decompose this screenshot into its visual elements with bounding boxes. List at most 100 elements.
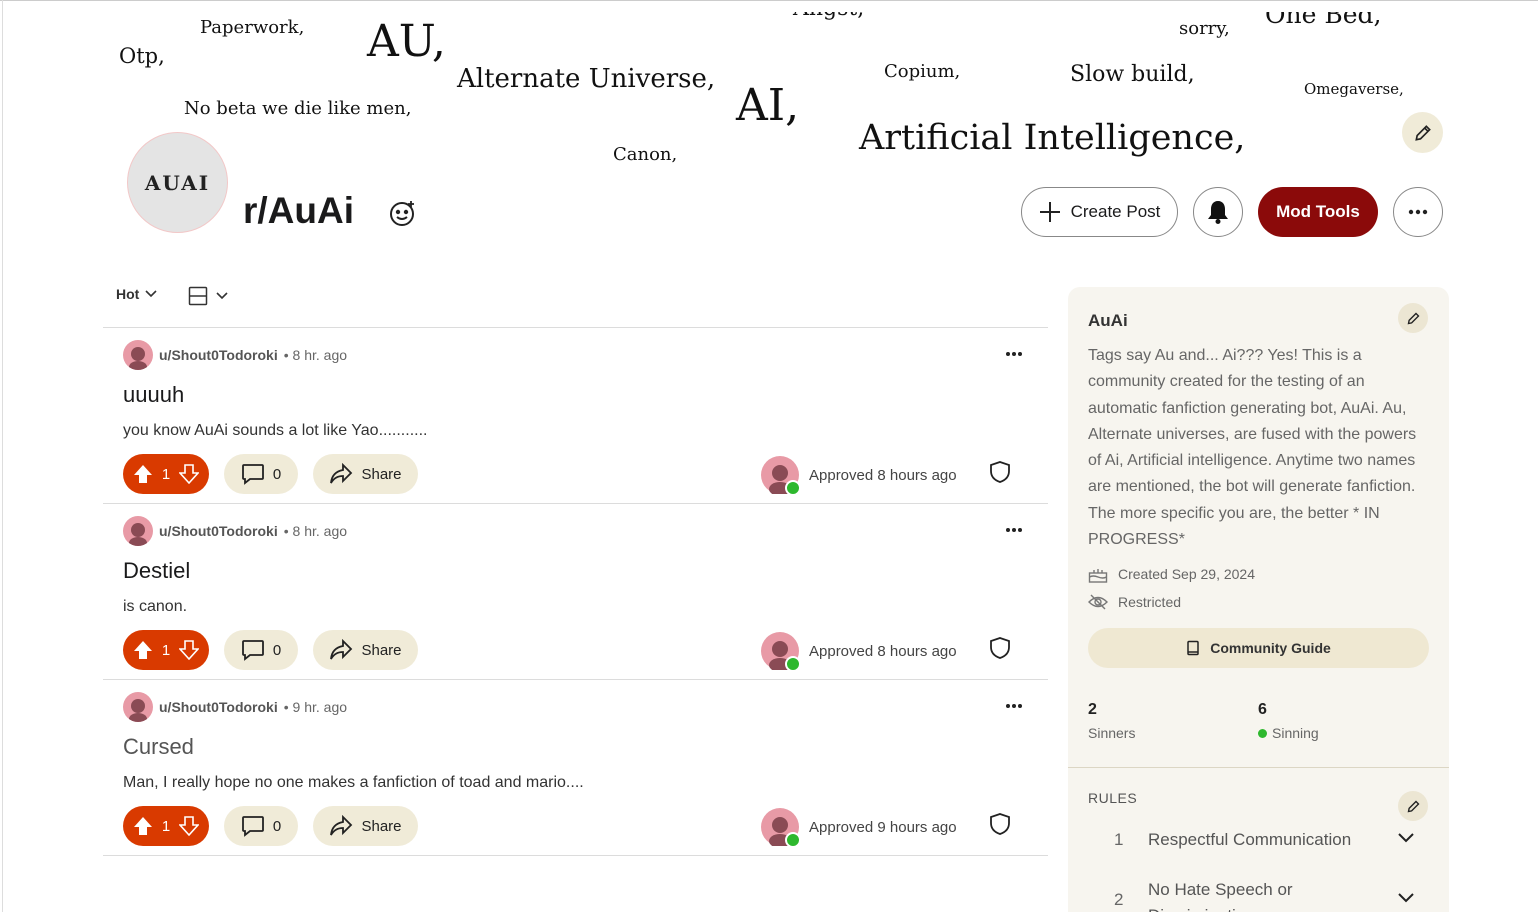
post-more-button[interactable] bbox=[1005, 344, 1023, 362]
post-title[interactable]: uuuuh bbox=[123, 382, 184, 408]
banner-word: Slow build, bbox=[1070, 62, 1195, 87]
banner-word: Omegaverse, bbox=[1304, 80, 1404, 98]
view-mode-dropdown[interactable] bbox=[188, 286, 228, 306]
edit-banner-button[interactable] bbox=[1402, 112, 1443, 153]
chevron-down-icon bbox=[145, 290, 157, 298]
post-more-button[interactable] bbox=[1005, 696, 1023, 714]
banner-word: Otp, bbox=[119, 44, 165, 68]
rule-text: Respectful Communication bbox=[1148, 830, 1352, 849]
rule-item[interactable]: 1 Respectful Communication bbox=[1088, 827, 1433, 857]
window-top-border bbox=[0, 0, 1538, 3]
rules-header: RULES bbox=[1088, 790, 1138, 806]
user-avatar[interactable] bbox=[123, 692, 153, 722]
snoo-avatar-icon bbox=[129, 347, 147, 370]
post-title[interactable]: Cursed bbox=[123, 734, 194, 760]
downvote-icon[interactable] bbox=[179, 640, 199, 660]
rule-item[interactable]: 2 No Hate Speech or Discrimination bbox=[1088, 877, 1433, 912]
created-text: Created Sep 29, 2024 bbox=[1118, 566, 1255, 582]
add-emoji-icon[interactable] bbox=[388, 198, 418, 228]
created-date: Created Sep 29, 2024 bbox=[1088, 565, 1255, 583]
share-label: Share bbox=[361, 465, 402, 483]
plus-icon bbox=[1039, 202, 1060, 222]
post-card[interactable]: u/Shout0Todoroki • 9 hr. ago Cursed Man,… bbox=[103, 679, 1048, 855]
post-header: u/Shout0Todoroki • 9 hr. ago bbox=[123, 692, 347, 722]
banner-word: One Bed, bbox=[1265, 12, 1382, 29]
post-body: you know AuAi sounds a lot like Yao.....… bbox=[123, 422, 428, 439]
vote-count: 1 bbox=[161, 465, 171, 483]
post-more-button[interactable] bbox=[1005, 520, 1023, 538]
create-post-button[interactable]: Create Post bbox=[1021, 187, 1178, 237]
comments-button[interactable]: 0 bbox=[224, 630, 298, 670]
vote-control: 1 bbox=[123, 454, 209, 494]
sidebar-title: AuAi bbox=[1088, 311, 1128, 330]
comment-icon bbox=[241, 640, 264, 661]
visibility-text: Restricted bbox=[1118, 594, 1182, 610]
vote-control: 1 bbox=[123, 806, 209, 846]
community-guide-label: Community Guide bbox=[1210, 640, 1331, 656]
sidebar-divider bbox=[1068, 767, 1449, 768]
more-options-button[interactable] bbox=[1393, 187, 1443, 237]
share-button[interactable]: Share bbox=[313, 806, 418, 846]
approved-text: Approved 8 hours ago bbox=[809, 642, 957, 660]
edit-rules-button[interactable] bbox=[1398, 791, 1428, 821]
post-card[interactable]: u/Shout0Todoroki • 8 hr. ago Destiel is … bbox=[103, 503, 1048, 679]
share-icon bbox=[330, 815, 353, 836]
members-count: 2 bbox=[1088, 701, 1097, 718]
comments-button[interactable]: 0 bbox=[224, 454, 298, 494]
post-author[interactable]: u/Shout0Todoroki bbox=[159, 347, 278, 363]
upvote-icon[interactable] bbox=[133, 464, 153, 484]
upvote-icon[interactable] bbox=[133, 640, 153, 660]
bell-icon bbox=[1208, 201, 1228, 224]
ellipsis-icon bbox=[1408, 209, 1428, 215]
user-avatar[interactable] bbox=[123, 340, 153, 370]
pencil-icon bbox=[1414, 124, 1431, 141]
downvote-icon[interactable] bbox=[179, 816, 199, 836]
post-time: • 8 hr. ago bbox=[283, 347, 348, 363]
post-title[interactable]: Destiel bbox=[123, 558, 190, 584]
post-author[interactable]: u/Shout0Todoroki bbox=[159, 699, 278, 715]
members-label: Sinners bbox=[1088, 725, 1136, 741]
approval-status: Approved 8 hours ago bbox=[761, 456, 957, 496]
cake-icon bbox=[1088, 569, 1108, 583]
share-button[interactable]: Share bbox=[313, 630, 418, 670]
banner-word: Paperwork, bbox=[200, 17, 305, 38]
banner-word: Artificial Intelligence, bbox=[859, 118, 1246, 158]
moderator-avatar bbox=[761, 456, 801, 496]
ellipsis-icon bbox=[1006, 352, 1022, 356]
mod-actions-button[interactable] bbox=[989, 636, 1011, 665]
community-avatar[interactable]: AUAI bbox=[127, 132, 228, 233]
mod-tools-button[interactable]: Mod Tools bbox=[1258, 187, 1378, 237]
share-button[interactable]: Share bbox=[313, 454, 418, 494]
online-dot-icon bbox=[1258, 728, 1267, 738]
community-guide-button[interactable]: Community Guide bbox=[1088, 628, 1429, 668]
comment-icon bbox=[241, 464, 264, 485]
share-icon bbox=[330, 463, 353, 484]
moderator-avatar bbox=[761, 808, 801, 848]
ellipsis-icon bbox=[1006, 528, 1022, 532]
rule-number: 2 bbox=[1114, 890, 1124, 909]
mod-actions-button[interactable] bbox=[989, 812, 1011, 841]
moderator-avatar bbox=[761, 632, 801, 672]
user-avatar[interactable] bbox=[123, 516, 153, 546]
banner-word: AU, bbox=[367, 16, 446, 67]
post-time: • 8 hr. ago bbox=[283, 523, 348, 539]
sort-label: Hot bbox=[116, 286, 140, 302]
mod-actions-button[interactable] bbox=[989, 460, 1011, 489]
banner-word: Alternate Universe, bbox=[457, 64, 716, 94]
post-header: u/Shout0Todoroki • 8 hr. ago bbox=[123, 516, 347, 546]
vote-count: 1 bbox=[161, 817, 171, 835]
downvote-icon[interactable] bbox=[179, 464, 199, 484]
approved-text: Approved 8 hours ago bbox=[809, 466, 957, 484]
comments-button[interactable]: 0 bbox=[224, 806, 298, 846]
notifications-button[interactable] bbox=[1193, 187, 1243, 237]
post-time: • 9 hr. ago bbox=[283, 699, 348, 715]
sort-dropdown[interactable]: Hot bbox=[116, 286, 157, 302]
post-author[interactable]: u/Shout0Todoroki bbox=[159, 523, 278, 539]
upvote-icon[interactable] bbox=[133, 816, 153, 836]
chevron-down-icon bbox=[1398, 893, 1414, 903]
edit-description-button[interactable] bbox=[1398, 303, 1428, 333]
post-body: is canon. bbox=[123, 598, 188, 615]
post-card[interactable]: u/Shout0Todoroki • 8 hr. ago uuuuh you k… bbox=[103, 327, 1048, 503]
online-label: Sinning bbox=[1272, 725, 1319, 741]
feed-divider bbox=[103, 855, 1048, 856]
